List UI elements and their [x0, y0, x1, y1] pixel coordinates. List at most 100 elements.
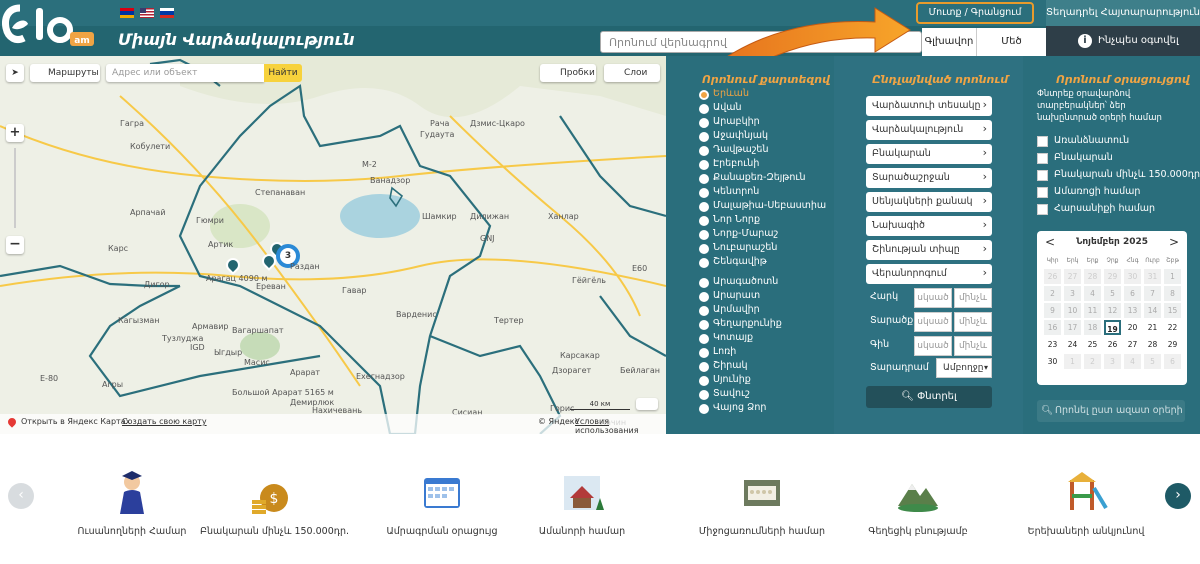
calendar-filter-checkbox[interactable] [1037, 136, 1048, 147]
flag-russia-icon[interactable] [160, 8, 174, 18]
district-label[interactable]: Գեղարքունիք [713, 318, 782, 329]
district-label[interactable]: Արաբկիր [713, 116, 760, 127]
district-radio[interactable] [699, 348, 709, 358]
currency-select[interactable]: Ամբողջը ▾ [936, 358, 992, 378]
category-card[interactable]: Գեղեցիկ բնությամբ [848, 468, 988, 537]
district-radio[interactable] [699, 174, 709, 184]
district-radio[interactable] [699, 216, 709, 226]
price-to-input[interactable]: մինչև [954, 336, 992, 356]
calendar-day[interactable]: 21 [1144, 320, 1161, 335]
district-label[interactable]: Վայոց Ձոր [713, 402, 766, 413]
district-label[interactable]: Նոր Նորք [713, 214, 760, 225]
carousel-next-button[interactable]: › [1165, 483, 1191, 509]
calendar-day[interactable]: 24 [1064, 337, 1081, 352]
district-radio[interactable] [699, 244, 709, 254]
flag-armenia-icon[interactable] [120, 8, 134, 18]
floor-to-input[interactable]: մինչև [954, 288, 992, 308]
filter-select[interactable]: Տարածաշրջան › [866, 168, 992, 188]
flag-usa-icon[interactable] [140, 8, 154, 18]
district-radio[interactable] [699, 376, 709, 386]
district-radio[interactable] [699, 362, 709, 372]
nav-home[interactable]: Գլխավոր [922, 28, 976, 56]
area-to-input[interactable]: մինչև [954, 312, 992, 332]
district-label[interactable]: Էրեբունի [713, 158, 759, 169]
calendar-filter-label[interactable]: Առանձնատուն [1054, 135, 1129, 146]
map-find-button[interactable]: Найти [264, 64, 302, 82]
district-label[interactable]: Կոտայք [713, 332, 753, 343]
calendar-filter-checkbox[interactable] [1037, 204, 1048, 215]
district-radio[interactable] [699, 292, 709, 302]
filter-select[interactable]: Նախագիծ › [866, 216, 992, 236]
filter-select[interactable]: Շինության տիպը › [866, 240, 992, 260]
district-label[interactable]: Քանաքեռ-Զեյթուն [713, 172, 806, 183]
district-label[interactable]: Շենգավիթ [713, 256, 767, 267]
site-logo[interactable]: am [2, 2, 97, 54]
district-label[interactable]: Արմավիր [713, 304, 760, 315]
zoom-in-button[interactable]: + [6, 124, 24, 142]
district-label[interactable]: Նուբարաշեն [713, 242, 777, 253]
district-label[interactable]: Լոռի [713, 346, 736, 357]
price-from-input[interactable]: սկսած [914, 336, 952, 356]
create-map-link[interactable]: Создать свою карту [122, 417, 207, 426]
category-card[interactable]: Ամրագրման օրացույց [372, 468, 512, 537]
routes-button[interactable]: Маршруты [30, 64, 100, 82]
district-label[interactable]: Շիրակ [713, 360, 748, 371]
filter-select[interactable]: Վարձատուի տեսակը › [866, 96, 992, 116]
calendar-filter-checkbox[interactable] [1037, 170, 1048, 181]
district-radio[interactable] [699, 132, 709, 142]
district-label[interactable]: Աջափնյակ [713, 130, 768, 141]
search-button[interactable]: 🔍︎ Փնտրել [866, 386, 992, 408]
calendar-day[interactable]: 28 [1144, 337, 1161, 352]
district-radio[interactable] [699, 334, 709, 344]
district-radio[interactable] [699, 390, 709, 400]
district-label[interactable]: Սյունիք [713, 374, 751, 385]
district-radio[interactable] [699, 104, 709, 114]
calendar-filter-label[interactable]: Հարսանիքի համար [1054, 203, 1155, 214]
floor-from-input[interactable]: սկսած [914, 288, 952, 308]
carousel-prev-button[interactable]: ‹ [8, 483, 34, 509]
district-radio[interactable] [699, 202, 709, 212]
yandex-map[interactable]: ➤ Маршруты Адрес или объект Найти Пробки… [0, 56, 666, 434]
terms-link[interactable]: Условия использования [575, 417, 666, 434]
title-search-input[interactable]: Որոնում վերնագրով [600, 31, 922, 53]
filter-select[interactable]: Սենյակների քանակ › [866, 192, 992, 212]
district-label[interactable]: Կենտրոն [713, 186, 759, 197]
district-radio[interactable] [699, 146, 709, 156]
district-label[interactable]: Ավան [713, 102, 742, 113]
calendar-day[interactable]: 25 [1084, 337, 1101, 352]
calendar-filter-label[interactable]: Բնակարան [1054, 152, 1113, 163]
district-label[interactable]: Մալաթիա-Սեբաստիա [713, 200, 826, 211]
district-radio[interactable] [699, 160, 709, 170]
district-radio[interactable] [699, 90, 709, 100]
district-radio[interactable] [699, 230, 709, 240]
district-label[interactable]: Տավուշ [713, 388, 750, 399]
district-radio[interactable] [699, 306, 709, 316]
district-label[interactable]: Արարատ [713, 290, 760, 301]
calendar-day[interactable]: 23 [1044, 337, 1061, 352]
district-radio[interactable] [699, 118, 709, 128]
calendar-day[interactable]: 27 [1124, 337, 1141, 352]
nav-big-map[interactable]: Մեծ Քարտեզ [976, 28, 1046, 75]
district-radio[interactable] [699, 320, 709, 330]
district-label[interactable]: Նորք-Մարաշ [713, 228, 778, 239]
calendar-day[interactable]: 26 [1104, 337, 1121, 352]
calendar-day[interactable]: 19 [1104, 320, 1121, 335]
district-radio[interactable] [699, 258, 709, 268]
free-days-search-input[interactable]: 🔍︎ Որոնել ըստ ազատ օրերի [1037, 400, 1185, 422]
nav-how-to-use[interactable]: Ինչպես օգտվել [1046, 26, 1200, 56]
district-radio[interactable] [699, 404, 709, 414]
category-card[interactable]: Միջոցառումների համար [692, 468, 832, 537]
traffic-button[interactable]: Пробки [540, 64, 596, 82]
category-card[interactable]: Երեխաների անկյունով [1016, 468, 1156, 537]
district-label[interactable]: Արագածոտն [713, 276, 778, 287]
zoom-out-button[interactable]: − [6, 236, 24, 254]
zoom-slider[interactable] [14, 148, 16, 228]
district-label[interactable]: Երևան [713, 88, 749, 99]
filter-select[interactable]: Վարձակալություն › [866, 120, 992, 140]
login-button[interactable]: Մուտք / Գրանցում [916, 2, 1034, 24]
filter-select[interactable]: Վերանորոգում › [866, 264, 992, 284]
category-card[interactable]: Ուսանողների Համար [62, 468, 202, 537]
calendar-filter-label[interactable]: Ամառոցի համար [1054, 186, 1140, 197]
district-label[interactable]: Դավթաշեն [713, 144, 768, 155]
open-yandex-link[interactable]: Открыть в Яндекс Картах [21, 417, 130, 426]
